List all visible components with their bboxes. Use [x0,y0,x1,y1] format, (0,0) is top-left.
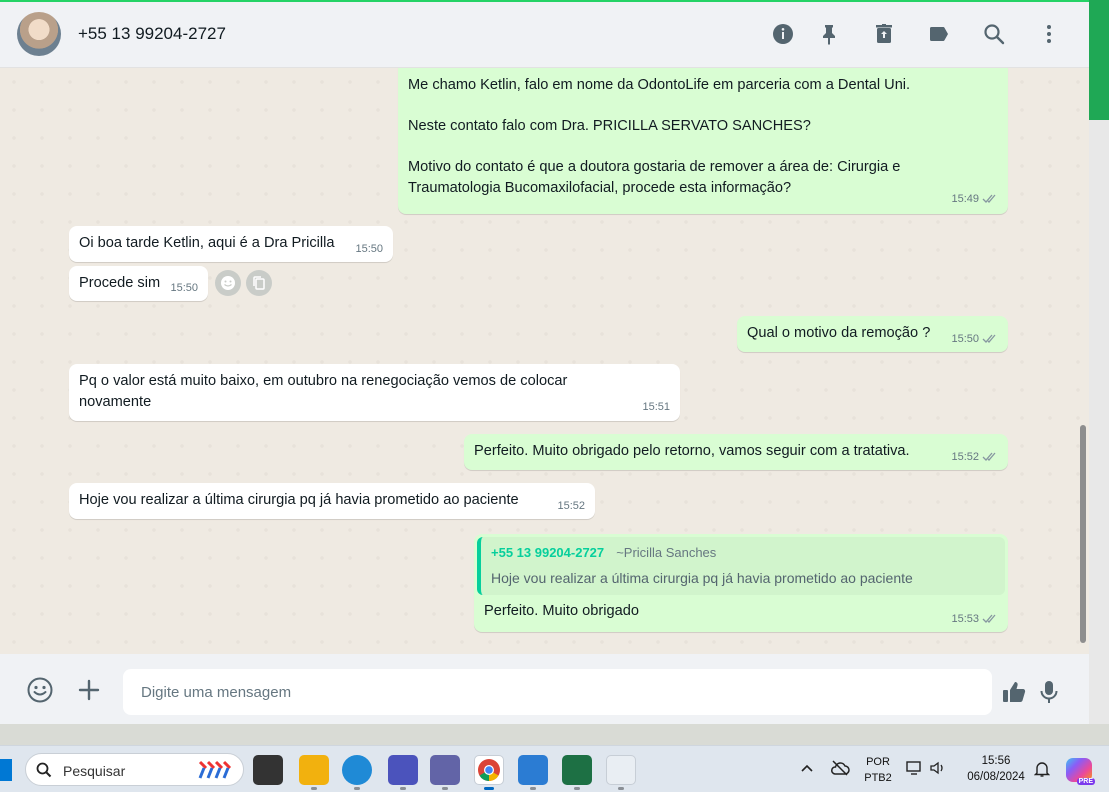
onedrive-off-icon[interactable] [830,759,850,777]
archive-icon[interactable] [872,22,896,46]
running-indicator [442,787,448,790]
message-text: Perfeito. Muito obrigado pelo retorno, v… [474,443,910,459]
read-ticks-icon [982,194,996,204]
message-meta: 15:53 [951,609,998,630]
message-incoming[interactable]: Oi boa tarde Ketlin, aqui é a Dra Pricil… [69,226,393,262]
network-icon[interactable] [906,760,924,776]
volume-icon[interactable] [929,760,947,776]
clock-time[interactable]: 15:56 [958,755,1034,767]
quote-alias: ~Pricilla Sanches [616,545,717,560]
background-window-edge [1089,120,1109,724]
quote-text: Hoje vou realizar a última cirurgia pq j… [491,569,913,586]
copy-icon[interactable] [246,270,272,296]
message-meta: 15:52 [951,447,998,468]
chat-header: +55 13 99204-2727 [0,2,1089,68]
windows-taskbar: Pesquisar POR PTB2 15:56 06/08/2024 PRE [0,745,1109,792]
message-text: Oi boa tarde Ketlin, aqui é a Dra Pricil… [79,235,335,251]
copilot-badge: PRE [1076,778,1095,785]
running-indicator [311,787,317,790]
excel-icon[interactable] [562,755,592,785]
keyboard-layout[interactable]: PTB2 [860,772,896,784]
message-time: 15:50 [951,332,979,345]
message-incoming[interactable]: Procede sim 15:50 [69,266,208,301]
running-indicator [354,787,360,790]
message-time: 15:51 [642,400,670,413]
snipping-tool-icon[interactable] [606,755,636,785]
message-outgoing-reply[interactable]: +55 13 99204-2727 ~Pricilla Sanches Hoje… [474,534,1008,632]
label-icon[interactable] [927,22,951,46]
message-outgoing[interactable]: Perfeito. Muito obrigado pelo retorno, v… [464,434,1008,470]
message-time: 15:49 [951,192,979,205]
notepad-icon[interactable] [518,755,548,785]
message-meta: 15:51 [642,397,670,418]
teams-icon[interactable] [430,755,460,785]
taskbar-search[interactable]: Pesquisar [25,753,244,786]
message-meta: 15:50 [951,329,998,350]
plus-icon[interactable] [75,676,103,704]
chat-scrollbar[interactable] [1080,425,1086,643]
message-time: 15:50 [170,281,198,294]
chrome-icon[interactable] [474,755,504,785]
chevron-up-icon[interactable] [800,763,814,773]
microphone-icon[interactable] [1035,678,1063,706]
composer-bar [0,654,1089,724]
message-incoming[interactable]: Pq o valor está muito baixo, em outubro … [69,364,680,421]
quoted-message[interactable]: +55 13 99204-2727 ~Pricilla Sanches Hoje… [477,537,1005,595]
message-time: 15:53 [951,612,979,625]
info-icon[interactable] [771,22,795,46]
language-indicator[interactable]: POR [860,756,896,768]
search-icon[interactable] [982,22,1006,46]
search-highlight-icon [196,760,236,780]
read-ticks-icon [982,452,996,462]
notification-bell-icon[interactable] [1034,760,1050,778]
whatsapp-window: +55 13 99204-2727 Me chamo Ketlin, falo … [0,0,1089,724]
message-meta: 15:49 [951,189,998,210]
message-time: 15:50 [355,242,383,255]
taskbar-search-label: Pesquisar [63,763,126,779]
clock-date[interactable]: 06/08/2024 [958,771,1034,783]
emoji-icon[interactable] [26,676,54,704]
edge-icon[interactable] [342,755,372,785]
running-indicator [530,787,536,790]
running-indicator [618,787,624,790]
background-window-edge [1089,0,1109,120]
message-list[interactable]: Me chamo Ketlin, falo em nome da OdontoL… [0,68,1089,654]
quote-author: +55 13 99204-2727 [491,545,605,560]
read-ticks-icon [982,334,996,344]
active-indicator [484,787,494,790]
react-emoji-icon[interactable] [215,270,241,296]
message-input[interactable] [123,669,992,715]
message-meta: 15:50 [170,278,198,299]
copilot-icon[interactable]: PRE [1066,758,1095,785]
message-outgoing[interactable]: Me chamo Ketlin, falo em nome da OdontoL… [398,68,1008,214]
message-time: 15:52 [557,499,585,512]
message-text: Perfeito. Muito obrigado [484,603,639,619]
contact-name[interactable]: +55 13 99204-2727 [78,24,226,44]
message-text: Hoje vou realizar a última cirurgia pq j… [79,492,519,508]
thumbs-up-icon[interactable] [1000,678,1028,706]
search-icon [36,762,52,778]
running-indicator [574,787,580,790]
message-outgoing[interactable]: Qual o motivo da remoção ? 15:50 [737,316,1008,352]
teams-classic-icon[interactable] [388,755,418,785]
start-button[interactable] [0,759,12,781]
message-text: Me chamo Ketlin, falo em nome da OdontoL… [408,77,911,196]
read-ticks-icon [982,614,996,624]
message-incoming[interactable]: Hoje vou realizar a última cirurgia pq j… [69,483,595,519]
pin-icon[interactable] [817,22,841,46]
message-meta: 15:50 [355,239,383,260]
message-meta: 15:52 [557,496,585,517]
running-indicator [400,787,406,790]
message-time: 15:52 [951,450,979,463]
file-explorer-icon[interactable] [299,755,329,785]
task-view-icon[interactable] [253,755,283,785]
contact-avatar[interactable] [17,12,61,56]
message-text: Pq o valor está muito baixo, em outubro … [79,373,568,410]
more-vertical-icon[interactable] [1037,22,1061,46]
